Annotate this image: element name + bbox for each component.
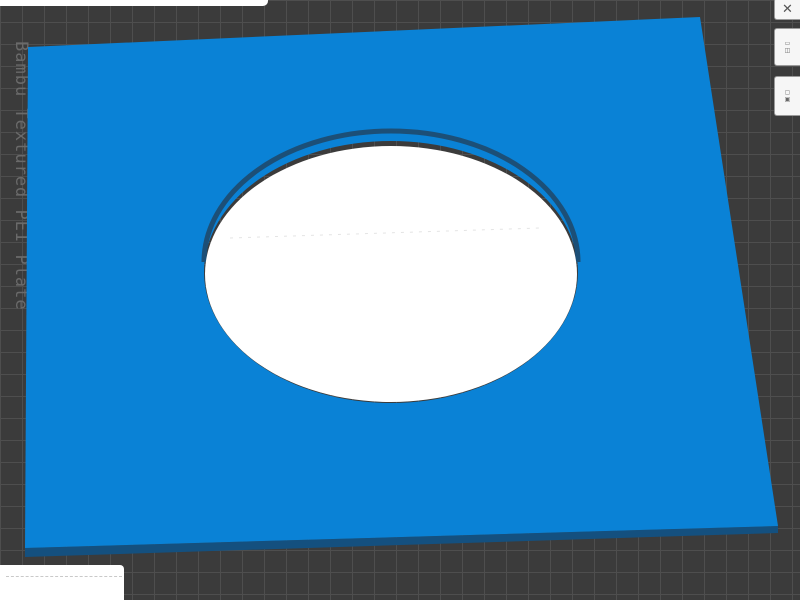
panel-divider — [6, 576, 122, 577]
arrange-icon: ▭ ◫ — [784, 40, 791, 54]
model-object[interactable] — [0, 0, 800, 600]
close-icon: ✕ — [782, 1, 793, 17]
bottom-left-panel — [0, 565, 124, 600]
3d-viewport[interactable]: Bambu Textured PEI Plate ✕ ▭ ◫ ▢ ▣ — [0, 0, 800, 600]
orient-button[interactable]: ▢ ▣ — [774, 76, 800, 116]
arrange-button[interactable]: ▭ ◫ — [774, 28, 800, 66]
hole — [205, 146, 577, 402]
right-toolbar: ✕ ▭ ◫ ▢ ▣ — [770, 0, 800, 124]
close-button[interactable]: ✕ — [774, 0, 800, 20]
orient-icon: ▢ ▣ — [784, 89, 791, 103]
